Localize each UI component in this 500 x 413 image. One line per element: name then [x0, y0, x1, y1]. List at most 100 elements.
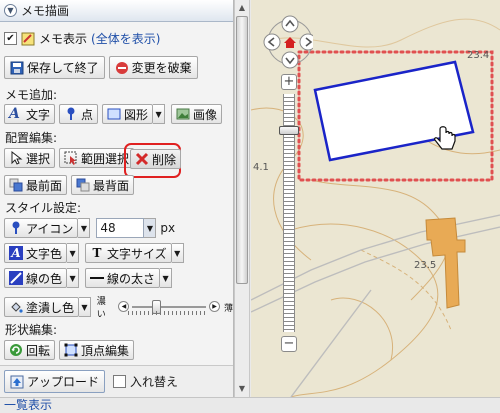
opacity-dark-label: 濃い [96, 297, 106, 320]
line-color-arrow[interactable]: ▼ [67, 268, 80, 288]
zoom-thumb[interactable] [279, 126, 299, 135]
list-view-link[interactable]: 一覧表示 [0, 397, 500, 413]
rotate-button[interactable]: 回転 [4, 340, 56, 360]
cursor-icon [9, 150, 23, 165]
icon-select-label: アイコン [26, 221, 74, 236]
fill-color-arrow[interactable]: ▼ [79, 297, 91, 317]
select-label: 選択 [26, 151, 51, 166]
line-width-arrow[interactable]: ▼ [160, 268, 173, 288]
add-point-label: 点 [81, 107, 94, 122]
pan-control [263, 15, 313, 69]
delete-button[interactable]: 削除 [130, 149, 182, 169]
size-value: 48 [100, 221, 116, 235]
scroll-up-icon[interactable]: ▲ [235, 1, 249, 15]
icon-size-row: アイコン ▼ 48 ▼ px [4, 218, 175, 238]
text-color-icon: A [9, 246, 23, 260]
scroll-down-icon[interactable]: ▼ [235, 382, 249, 396]
bring-front-button[interactable]: 最前面 [4, 175, 68, 195]
panel-scrollbar[interactable]: ▲ ▼ [234, 0, 250, 398]
style-label: スタイル設定: [5, 201, 82, 215]
add-image-label: 画像 [193, 107, 218, 122]
icon-select[interactable]: アイコン [4, 218, 79, 238]
slider-track[interactable] [132, 306, 206, 308]
send-back-button[interactable]: 最背面 [71, 175, 135, 195]
pan-right-icon [299, 33, 313, 51]
slider-right-arrow-icon[interactable]: ▶ [209, 301, 220, 312]
pan-down-icon [281, 51, 299, 69]
size-dropdown-arrow[interactable]: ▼ [144, 218, 157, 238]
send-back-label: 最背面 [93, 178, 130, 193]
text-icon: A [9, 106, 20, 122]
line-style-row: 線の色 ▼ 線の太さ ▼ [4, 268, 173, 288]
upload-row: アップロード 入れ替え [4, 370, 178, 393]
text-color-label: 文字色 [26, 246, 63, 261]
delete-label: 削除 [152, 152, 177, 167]
show-all-link[interactable]: (全体を表示) [91, 30, 160, 47]
add-shape-button[interactable]: 図形 [102, 104, 154, 124]
zoom-in-button[interactable]: + [281, 74, 297, 90]
discard-button-label: 変更を破棄 [131, 61, 192, 75]
swap-label: 入れ替え [130, 375, 179, 389]
bring-front-icon [9, 178, 23, 192]
fill-row: 塗潰し色 ▼ 濃い ◀ ▶ 薄 [4, 294, 233, 320]
fill-color-button[interactable]: 塗潰し色 [4, 297, 80, 317]
opacity-light-label: 薄 [224, 303, 234, 314]
size-unit: px [160, 221, 176, 235]
elevation-label-2: 23.5 [414, 260, 437, 271]
shape-dropdown-arrow[interactable]: ▼ [153, 104, 166, 124]
elevation-label-1: 23.4 [467, 50, 490, 61]
size-input[interactable]: 48 [96, 218, 145, 238]
home-icon [284, 37, 296, 48]
vertex-icon [64, 343, 78, 357]
elevation-label-3: 4.1 [253, 162, 269, 173]
add-point-button[interactable]: 点 [59, 104, 99, 124]
line-color-button[interactable]: 線の色 [4, 268, 68, 288]
line-color-icon [9, 271, 23, 285]
vertex-edit-button[interactable]: 頂点編集 [59, 340, 135, 360]
panel-title: メモ描画 [21, 4, 70, 18]
scroll-thumb[interactable] [236, 16, 248, 284]
show-memo-checkbox[interactable]: ✔ [4, 32, 17, 45]
add-memo-row: A 文字 点 図形 ▼ 画像 [4, 104, 223, 124]
add-image-button[interactable]: 画像 [171, 104, 223, 124]
save-button[interactable]: 保存して終了 [4, 56, 105, 79]
pan-up-icon [281, 15, 299, 33]
swap-checkbox[interactable] [113, 375, 127, 388]
pan-left-icon [263, 33, 281, 51]
add-memo-label: メモ追加: [5, 88, 58, 102]
rotate-icon [9, 343, 23, 357]
upload-button[interactable]: アップロード [4, 370, 106, 393]
zoom-out-button[interactable]: − [281, 336, 297, 352]
delete-x-icon [135, 152, 149, 166]
add-text-label: 文字 [26, 107, 51, 122]
zoom-slider[interactable]: + − [279, 74, 299, 354]
range-select-label: 範囲選択 [81, 151, 130, 166]
select-button[interactable]: 選択 [4, 148, 56, 168]
icon-select-arrow[interactable]: ▼ [78, 218, 91, 238]
text-color-arrow[interactable]: ▼ [67, 243, 80, 263]
map-canvas[interactable]: 23.4 23.5 4.1 + − [251, 0, 500, 397]
text-size-button[interactable]: T 文字サイズ [85, 243, 172, 263]
range-select-button[interactable]: 範囲選択 [59, 148, 135, 168]
text-color-button[interactable]: A 文字色 [4, 243, 68, 263]
shape-icon [107, 107, 121, 121]
panel-header[interactable]: ▼ メモ描画 [0, 0, 233, 22]
line-width-icon [90, 271, 105, 285]
line-width-label: 線の太さ [107, 271, 156, 286]
discard-button[interactable]: 変更を破棄 [108, 56, 198, 79]
shape-edit-label: 形状編集: [5, 323, 58, 337]
add-shape-label: 図形 [124, 107, 149, 122]
fill-color-label: 塗潰し色 [26, 300, 75, 315]
add-text-button[interactable]: A 文字 [4, 104, 56, 124]
image-icon [176, 107, 190, 121]
collapse-icon[interactable]: ▼ [4, 4, 17, 17]
text-size-arrow[interactable]: ▼ [171, 243, 184, 263]
shape-edit-row: 回転 頂点編集 [4, 340, 135, 360]
save-icon [10, 61, 24, 75]
upload-label: アップロード [27, 375, 100, 389]
fill-bucket-icon [9, 300, 23, 314]
delete-row: 削除 [130, 149, 182, 169]
discard-icon [115, 61, 129, 75]
line-color-label: 線の色 [26, 271, 63, 286]
line-width-button[interactable]: 線の太さ [85, 268, 161, 288]
